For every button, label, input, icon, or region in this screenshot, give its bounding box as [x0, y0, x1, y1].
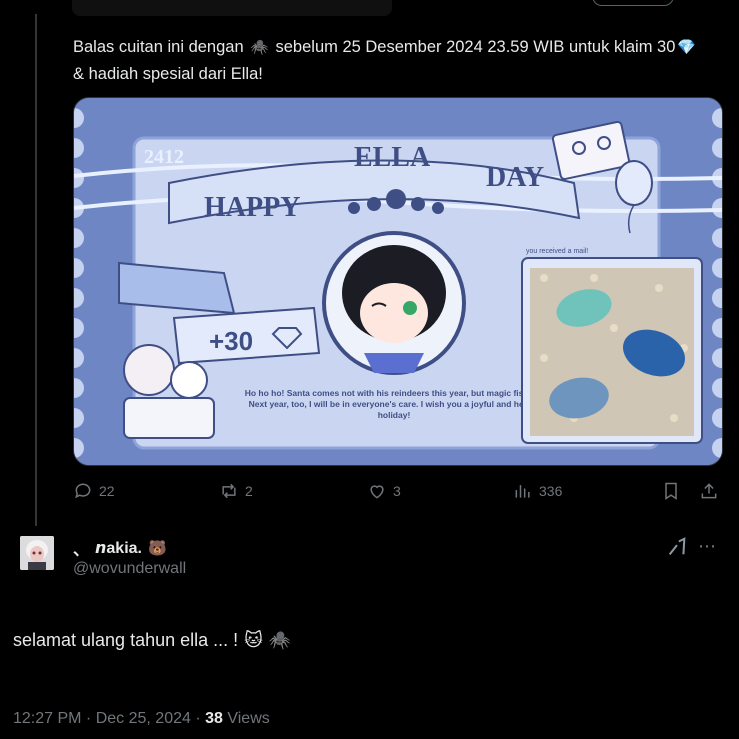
tweet-text-part: Balas cuitan ini dengan	[73, 38, 244, 56]
card-message: Ho ho ho! Santa comes not with his reind…	[244, 388, 544, 420]
reply-text-body: selamat ulang tahun ella ... !	[13, 630, 239, 650]
bear-emoji: 🐻	[148, 540, 167, 557]
display-name-text: 𝙣akia.	[95, 540, 142, 557]
user-handle[interactable]: @wovunderwall	[73, 560, 186, 578]
previous-content-fade	[72, 0, 392, 16]
reply-timestamp[interactable]: 12:27 PM · Dec 25, 2024 ·	[13, 710, 201, 727]
headline-word-1: HAPPY	[204, 192, 300, 223]
reply-icon	[75, 483, 91, 499]
tweet-text-part: & hadiah spesial dari Ella!	[73, 65, 263, 83]
headline-word-2: ELLA	[354, 142, 431, 173]
more-options-icon[interactable]: ⋯	[698, 536, 717, 557]
reply-views-count: 38	[205, 710, 223, 727]
reply-text: selamat ulang tahun ella ... ! 🐱 🕷️	[13, 630, 291, 651]
thread-line	[35, 14, 37, 526]
repost-count: 2	[245, 483, 253, 499]
share-icon	[701, 483, 717, 499]
badge-number: 2412	[144, 146, 184, 168]
reply-count: 22	[99, 483, 115, 499]
like-icon	[370, 485, 384, 499]
cat-emoji: 🐱	[244, 630, 263, 650]
tweet-text: Balas cuitan ini dengan 🕷️ sebelum 25 De…	[73, 34, 713, 87]
reply-metadata: 12:27 PM · Dec 25, 2024 · 38 Views	[13, 710, 270, 728]
repost-icon	[222, 483, 236, 499]
avatar[interactable]	[20, 536, 54, 570]
bookmark-action[interactable]	[661, 478, 687, 504]
spider-emoji: 🕷️	[268, 630, 292, 650]
views-icon	[515, 485, 530, 498]
tweet-media-image[interactable]: 2412 HAPPY ELLA DAY +30 Ho ho ho! Santa …	[73, 97, 723, 466]
views-action[interactable]: 336	[513, 478, 562, 504]
like-count: 3	[393, 483, 401, 499]
like-action[interactable]: 3	[367, 478, 401, 504]
headline-word-3: DAY	[486, 162, 544, 193]
bookmark-icon	[665, 482, 677, 500]
display-name[interactable]: 、 𝙣akia. 🐻	[73, 536, 167, 560]
repost-action[interactable]: 2	[219, 478, 253, 504]
views-count: 336	[539, 483, 563, 499]
tweet-text-part: sebelum 25 Desember 2024 23.59 WIB untuk…	[275, 38, 676, 56]
follow-button-edge[interactable]	[592, 0, 674, 6]
reply-views-label: Views	[227, 710, 270, 727]
diamond-emoji: 💎	[677, 39, 697, 56]
spider-emoji: 🕷️	[250, 39, 269, 56]
tweet-actions: 22 2 3 336	[73, 478, 723, 504]
reply-action[interactable]: 22	[73, 478, 115, 504]
share-action[interactable]	[699, 478, 725, 504]
display-name-prefix: 、	[73, 542, 90, 559]
grok-icon[interactable]	[666, 536, 688, 558]
reply-header: 、 𝙣akia. 🐻 @wovunderwall ⋯	[20, 536, 720, 586]
reward-text: +30	[209, 326, 253, 356]
mail-label: you received a mail!	[526, 248, 588, 255]
